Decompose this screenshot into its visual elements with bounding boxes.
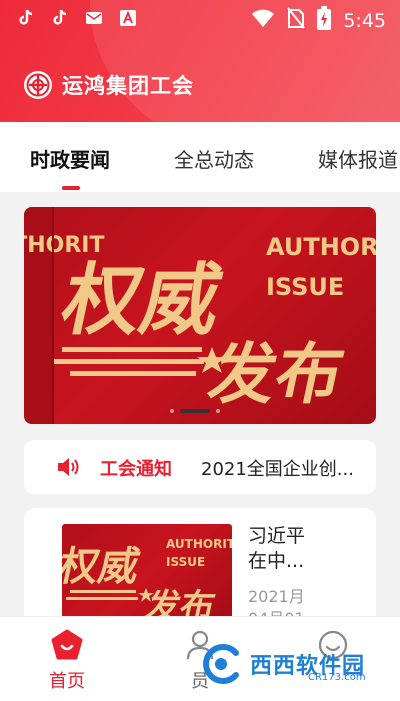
watermark: 西西软件园 CR173.com: [198, 638, 386, 690]
wifi-icon: [251, 8, 275, 33]
tab-federation-updates[interactable]: 全总动态: [174, 144, 254, 173]
status-bar: 5:45: [0, 0, 400, 36]
speaker-icon: [56, 456, 82, 482]
tab-media-reports[interactable]: 媒体报道: [318, 144, 398, 173]
carousel-dot-active: [180, 409, 210, 413]
carousel-dot: [216, 409, 220, 413]
nav-home[interactable]: 首页: [27, 629, 107, 693]
carousel-indicator: [170, 409, 220, 413]
app-title: 运鸿集团工会: [62, 74, 194, 98]
tiktok-icon: [16, 8, 36, 28]
news-title-line: 习近平: [248, 525, 306, 547]
news-date-line: 2021月: [248, 587, 305, 606]
thumb-en-text-1: AUTHORIT: [166, 537, 232, 551]
category-tabs: 时政要闻 全总动态 媒体报道: [0, 122, 400, 192]
banner-en-text-2: ISSUE: [266, 273, 344, 301]
banner-carousel[interactable]: AUTHORIT 布 权威 AUTHORIT ISSUE 发布: [24, 207, 376, 424]
nav-home-label: 首页: [49, 671, 85, 692]
union-emblem-icon: [24, 71, 52, 99]
notice-label: 工会通知: [100, 459, 172, 480]
news-title: 习近平 在中...: [248, 524, 328, 574]
status-time: 5:45: [343, 9, 386, 32]
tiktok-icon: [50, 8, 70, 28]
banner-big-text-1: 权威: [54, 255, 230, 346]
home-icon: [50, 629, 84, 665]
watermark-sub: CR173.com: [308, 672, 366, 683]
notice-text[interactable]: 2021全国企业创...: [201, 455, 366, 481]
banner-en-text-1: AUTHORIT: [266, 233, 376, 261]
brand: 运鸿集团工会: [24, 70, 194, 100]
notice-bar[interactable]: 工会通知 2021全国企业创...: [24, 440, 376, 494]
font-icon: [118, 8, 138, 28]
thumb-en-text-2: ISSUE: [166, 555, 205, 569]
news-title-line: 在中...: [248, 550, 305, 572]
thumb-big-text-1: 权威: [62, 542, 144, 589]
watermark-logo-icon: [203, 644, 239, 684]
banner-big-text-2: 发布: [202, 336, 350, 413]
carousel-dot: [170, 409, 174, 413]
tab-active-indicator: [62, 186, 80, 190]
banner-artwork: AUTHORIT 布 权威 AUTHORIT ISSUE 发布: [24, 207, 376, 424]
tab-politics-news[interactable]: 时政要闻: [30, 144, 110, 173]
battery-charging-icon: [317, 6, 332, 35]
news-thumbnail: 权威 AUTHORIT ISSUE 发布: [62, 524, 232, 624]
no-sim-icon: [287, 7, 306, 34]
mail-icon: [84, 8, 104, 28]
app-header: 5:45 运鸿集团工会: [0, 0, 400, 122]
